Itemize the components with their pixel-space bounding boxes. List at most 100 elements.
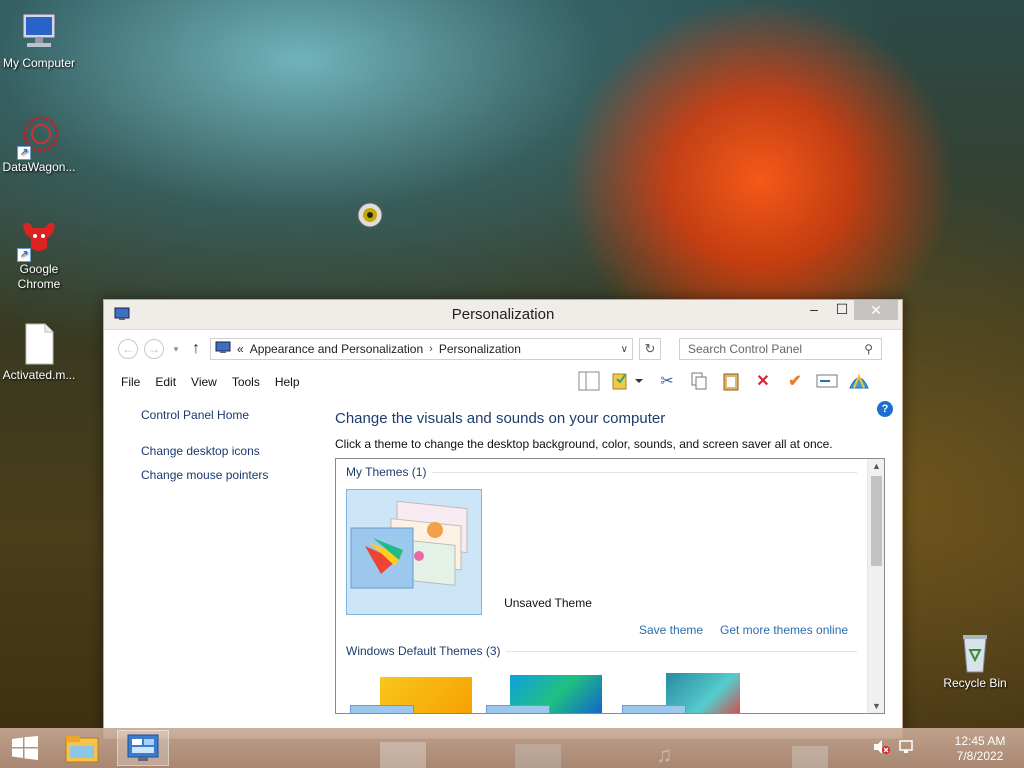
windows-logo-icon	[12, 736, 38, 760]
desktop-icon-label: DataWagon...	[2, 160, 76, 174]
menu-help[interactable]: Help	[275, 375, 300, 389]
window-body: Control Panel Home Change desktop icons …	[104, 396, 902, 738]
start-button[interactable]	[0, 728, 50, 768]
search-box[interactable]: Search Control Panel ⚲	[679, 338, 882, 360]
properties-icon[interactable]	[610, 370, 646, 392]
navigation-bar: ← → ▾ ↑ « Appearance and Personalization…	[104, 330, 902, 368]
minimize-button[interactable]: –	[800, 300, 828, 320]
rename-icon[interactable]	[816, 370, 838, 392]
theme-unsaved[interactable]: Unsaved Theme	[346, 489, 592, 615]
folder-icon	[65, 736, 99, 763]
maximize-button[interactable]: ☐	[828, 300, 856, 320]
address-dropdown-icon[interactable]: ∨	[621, 344, 628, 355]
scroll-thumb[interactable]	[871, 476, 882, 566]
scroll-down-icon[interactable]: ▼	[868, 701, 884, 711]
scroll-up-icon[interactable]: ▲	[868, 461, 884, 471]
paste-icon[interactable]	[720, 370, 742, 392]
ghost-theme-icon	[380, 742, 426, 768]
desktop-icon-label: Google Chrome	[17, 262, 61, 291]
breadcrumb-personalization[interactable]: Personalization	[439, 342, 521, 356]
search-placeholder: Search Control Panel	[688, 342, 803, 356]
menu-tools[interactable]: Tools	[232, 375, 260, 389]
breadcrumb-separator[interactable]: ›	[429, 343, 433, 355]
page-description: Click a theme to change the desktop back…	[335, 437, 833, 451]
menu-edit[interactable]: Edit	[155, 375, 176, 389]
ghost-screensaver-icon	[792, 746, 828, 768]
change-desktop-icons-link[interactable]: Change desktop icons	[141, 444, 321, 458]
breadcrumb-overflow[interactable]: «	[237, 342, 244, 356]
menu-bar: File Edit View Tools Help ✂ ✕ ✔	[104, 368, 902, 396]
datawagon-icon: ↗	[17, 114, 61, 160]
back-button[interactable]: ←	[118, 339, 138, 359]
menu-view[interactable]: View	[191, 375, 217, 389]
my-themes-title: My Themes (1)	[346, 465, 427, 479]
volume-muted-icon[interactable]	[872, 739, 890, 758]
close-button[interactable]: ✕	[854, 300, 898, 320]
copy-icon[interactable]	[688, 370, 710, 392]
theme-label: Unsaved Theme	[504, 596, 592, 610]
refresh-button[interactable]: ↻	[639, 338, 661, 360]
themes-scrollbar[interactable]: ▲ ▼	[867, 459, 884, 713]
save-theme-link[interactable]: Save theme	[639, 623, 703, 637]
cut-icon[interactable]: ✂	[656, 370, 678, 392]
computer-icon	[17, 10, 61, 54]
taskbar-control-panel[interactable]	[117, 730, 169, 766]
taskbar: ♫ 12:45 AM 7/8/2022	[0, 728, 1024, 768]
file-icon	[17, 322, 61, 366]
shell-icon[interactable]	[848, 370, 870, 392]
theme-preview-icon	[350, 500, 468, 589]
get-more-themes-link[interactable]: Get more themes online	[720, 623, 848, 637]
control-panel-home-link[interactable]: Control Panel Home	[141, 408, 321, 422]
control-panel-taskbar-icon	[127, 734, 159, 761]
forward-button[interactable]: →	[144, 339, 164, 359]
desktop-icon-label: Activated.m...	[2, 368, 76, 382]
personalization-window: Personalization – ☐ ✕ ← → ▾ ↑ « Appearan…	[103, 299, 903, 739]
address-bar[interactable]: « Appearance and Personalization › Perso…	[210, 338, 633, 360]
shortcut-arrow-icon: ↗	[17, 248, 31, 262]
ghost-sound-icon: ♫	[656, 742, 673, 767]
recent-locations-button[interactable]: ▾	[170, 344, 182, 355]
themes-list: My Themes (1) Unsaved Theme Save theme G…	[335, 458, 885, 714]
breadcrumb-appearance[interactable]: Appearance and Personalization	[250, 342, 423, 356]
system-clock[interactable]: 12:45 AM 7/8/2022	[940, 734, 1020, 764]
control-panel-icon	[114, 306, 130, 322]
divider	[432, 472, 857, 473]
desktop-icon-my-computer[interactable]: My Computer	[1, 10, 77, 71]
clock-time: 12:45 AM	[954, 734, 1006, 748]
chrome-bull-icon: ↗	[17, 216, 61, 262]
recycle-bin-icon	[953, 630, 997, 674]
busy-cursor-icon	[355, 200, 385, 230]
theme-flowers[interactable]	[622, 673, 746, 713]
taskbar-file-explorer[interactable]	[56, 730, 108, 766]
theme-lines-and-colors[interactable]	[486, 671, 610, 713]
main-content: Change the visuals and sounds on your co…	[335, 410, 885, 714]
checkmark-icon[interactable]: ✔	[784, 370, 806, 392]
title-bar[interactable]: Personalization – ☐ ✕	[104, 300, 902, 330]
delete-icon[interactable]: ✕	[752, 370, 774, 392]
desktop-icon-label: Recycle Bin	[943, 676, 1007, 690]
page-heading: Change the visuals and sounds on your co…	[335, 410, 666, 427]
desktop-icon-google-chrome[interactable]: ↗ Google Chrome	[1, 216, 77, 292]
ghost-colors-icon	[515, 744, 561, 768]
change-mouse-pointers-link[interactable]: Change mouse pointers	[141, 468, 321, 482]
left-navigation-pane: Control Panel Home Change desktop icons …	[141, 408, 321, 492]
shortcut-arrow-icon: ↗	[17, 146, 31, 160]
desktop-icon-activated[interactable]: Activated.m...	[1, 322, 77, 383]
desktop-overlay-icons: ♫	[380, 742, 840, 768]
divider	[506, 651, 857, 652]
window-title: Personalization	[451, 306, 555, 323]
default-themes-title: Windows Default Themes (3)	[346, 644, 501, 658]
theme-windows[interactable]	[350, 677, 474, 713]
clock-date: 7/8/2022	[956, 749, 1004, 763]
menu-file[interactable]: File	[121, 375, 140, 389]
desktop-icon-recycle-bin[interactable]: Recycle Bin	[937, 630, 1013, 691]
layout-pane-icon[interactable]	[578, 370, 600, 392]
search-icon[interactable]: ⚲	[864, 342, 873, 356]
desktop-icon-datawagon[interactable]: ↗ DataWagon...	[1, 114, 77, 175]
up-button[interactable]: ↑	[188, 340, 204, 358]
control-panel-small-icon	[215, 341, 231, 358]
desktop-icon-label: My Computer	[2, 56, 76, 70]
system-tray	[872, 728, 916, 768]
toolbar: ✂ ✕ ✔	[578, 370, 870, 392]
network-icon[interactable]	[898, 739, 916, 758]
